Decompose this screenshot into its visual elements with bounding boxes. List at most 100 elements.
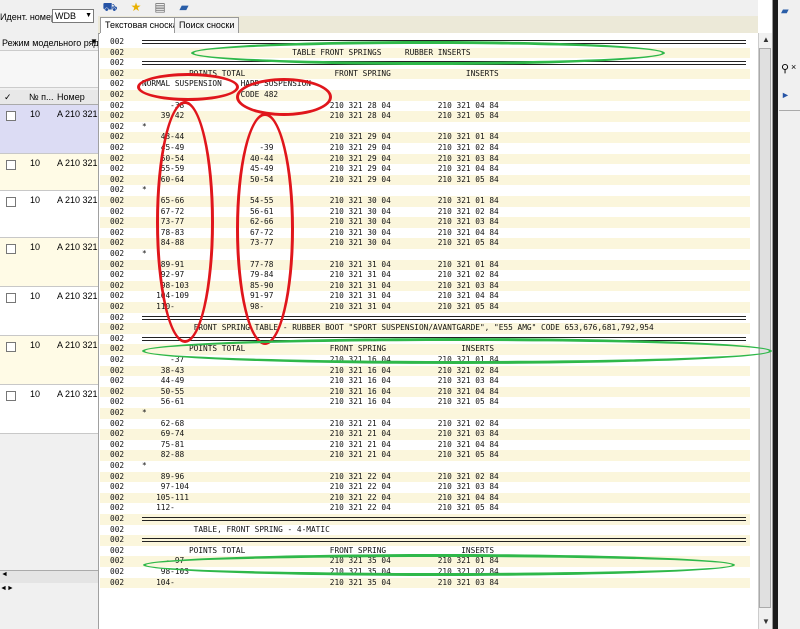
star-icon[interactable]: ★ bbox=[128, 0, 144, 14]
row-number: 10 bbox=[30, 109, 41, 119]
scroll-left-icon[interactable]: ◄ bbox=[1, 571, 8, 578]
line-text: * bbox=[142, 249, 147, 258]
line-code: 002 bbox=[110, 206, 125, 216]
splitter[interactable] bbox=[773, 0, 778, 629]
row-part: A 210 321 bbox=[57, 291, 98, 301]
row-checkbox[interactable] bbox=[6, 244, 16, 254]
notes-icon[interactable]: ▤ bbox=[152, 0, 168, 14]
document-line: 002 98-103 85-90 210 321 31 04 210 321 0… bbox=[100, 280, 750, 292]
document-line: 002 45-49 -39 210 321 29 04 210 321 02 8… bbox=[100, 143, 750, 154]
table-row[interactable]: 10 A 210 321 bbox=[0, 105, 98, 154]
row-checkbox[interactable] bbox=[6, 293, 16, 303]
row-checkbox[interactable] bbox=[6, 342, 16, 352]
table-row[interactable]: 10 A 210 321 bbox=[0, 238, 98, 287]
tab-search-footnote[interactable]: Поиск сноски bbox=[174, 17, 240, 33]
scroll-down-icon[interactable]: ▼ bbox=[759, 615, 773, 629]
right-panel: ▰ ⚲ × ► bbox=[772, 0, 800, 629]
toolbar: ⛟ ★ ▤ ▰ bbox=[98, 0, 758, 16]
document-line: 002 82-88 210 321 21 04 210 321 05 84 bbox=[100, 450, 750, 461]
table-row[interactable]: 10 A 210 321 bbox=[0, 336, 98, 385]
footnote-document: 002 002 TABLE FRONT SPRINGS RUBBER INSERT… bbox=[100, 33, 758, 629]
line-text: 104- 210 321 35 04 210 321 03 84 bbox=[142, 577, 499, 587]
play-icon[interactable]: ► bbox=[781, 90, 790, 100]
line-code: 002 bbox=[110, 577, 125, 587]
mode-label[interactable]: Режим модельного ряда bbox=[2, 38, 98, 48]
tab-bar: Текстовая сноска Поиск сноски bbox=[98, 16, 758, 34]
chevron-down-icon[interactable]: ▼ bbox=[90, 37, 98, 46]
col-check[interactable]: ✓ bbox=[4, 92, 12, 103]
line-code: 002 bbox=[110, 418, 125, 428]
book-icon[interactable]: ▰ bbox=[176, 0, 192, 14]
document-line: 002 89-91 77-78 210 321 31 04 210 321 01… bbox=[100, 259, 750, 271]
line-text: - 97 210 321 35 04 210 321 01 84 bbox=[142, 556, 499, 566]
document-line: 002 50-54 40-44 210 321 29 04 210 321 03… bbox=[100, 153, 750, 165]
double-rule bbox=[142, 61, 746, 66]
line-code: 002 bbox=[110, 238, 125, 248]
table-row[interactable]: 10 A 210 321 bbox=[0, 287, 98, 336]
line-code: 002 bbox=[110, 164, 125, 174]
line-code: 002 bbox=[110, 302, 125, 311]
line-text: * bbox=[142, 461, 147, 470]
search-icon[interactable]: ⚲ bbox=[781, 62, 789, 75]
line-code: 002 bbox=[110, 376, 125, 386]
line-text: 44-49 210 321 16 04 210 321 03 84 bbox=[142, 376, 499, 386]
document-line: 002 - 97 210 321 35 04 210 321 01 84 bbox=[100, 556, 750, 567]
line-text: 60-64 50-54 210 321 29 04 210 321 05 84 bbox=[142, 174, 499, 184]
row-part: A 210 321 bbox=[57, 389, 98, 399]
document-line: 002 POINTS TOTAL FRONT SPRING INSERTS bbox=[100, 344, 750, 355]
line-code: 002 bbox=[110, 323, 125, 333]
ident-label: Идент. номер bbox=[0, 12, 56, 22]
row-checkbox[interactable] bbox=[6, 391, 16, 401]
col-number[interactable]: № п... bbox=[29, 92, 54, 102]
line-text: 50-54 40-44 210 321 29 04 210 321 03 84 bbox=[142, 153, 499, 163]
scroll-up-icon[interactable]: ▲ bbox=[759, 33, 773, 47]
row-part: A 210 321 bbox=[57, 340, 98, 350]
table-row[interactable]: 10 A 210 321 bbox=[0, 191, 98, 238]
line-code: 002 bbox=[110, 408, 125, 417]
tab-text-footnote[interactable]: Текстовая сноска bbox=[100, 17, 183, 34]
scroll-thumb[interactable] bbox=[759, 48, 771, 608]
line-code: 002 bbox=[110, 196, 125, 205]
double-rule bbox=[142, 40, 746, 44]
document-line: 002 73-77 62-66 210 321 30 04 210 321 03… bbox=[100, 217, 750, 228]
chevron-down-icon[interactable]: ▼ bbox=[85, 10, 92, 22]
pager-arrows[interactable]: ◄ ► bbox=[0, 585, 98, 596]
row-checkbox[interactable] bbox=[6, 197, 16, 207]
line-code: 002 bbox=[110, 429, 125, 439]
row-part: A 210 321 bbox=[57, 242, 98, 252]
line-text: 62-68 210 321 21 04 210 321 02 84 bbox=[142, 418, 499, 428]
line-text: POINTS TOTAL FRONT SPRING INSERTS bbox=[142, 545, 495, 555]
line-text: CODE 482 bbox=[142, 90, 279, 99]
row-checkbox[interactable] bbox=[6, 160, 16, 170]
line-text: 89-96 210 321 22 04 210 321 02 84 bbox=[142, 471, 499, 481]
line-code: 002 bbox=[110, 482, 125, 492]
line-code: 002 bbox=[110, 37, 125, 46]
ident-input[interactable]: WDB ▼ bbox=[52, 9, 94, 23]
document-line: 002 89-96 210 321 22 04 210 321 02 84 bbox=[100, 471, 750, 483]
car-icon[interactable]: ⛟ bbox=[102, 0, 118, 14]
row-checkbox[interactable] bbox=[6, 111, 16, 121]
row-number: 10 bbox=[30, 158, 41, 168]
line-code: 002 bbox=[110, 174, 125, 184]
table-row[interactable]: 10 A 210 321 bbox=[0, 385, 98, 434]
line-code: 002 bbox=[110, 535, 125, 545]
line-code: 002 bbox=[110, 227, 125, 237]
row-number: 10 bbox=[30, 291, 41, 301]
divider bbox=[779, 110, 800, 111]
horizontal-scrollbar[interactable]: ◄ bbox=[0, 570, 98, 583]
document-line: 002 69-74 210 321 21 04 210 321 03 84 bbox=[100, 429, 750, 440]
line-code: 002 bbox=[110, 249, 125, 258]
row-part: A 210 321 bbox=[57, 109, 98, 119]
table-row[interactable]: 10 A 210 321 bbox=[0, 154, 98, 191]
line-code: 002 bbox=[110, 270, 125, 280]
scroll-left-icon[interactable]: ◄ bbox=[0, 585, 7, 592]
line-text: 98-103 85-90 210 321 31 04 210 321 03 84 bbox=[142, 280, 499, 290]
clear-icon[interactable]: × bbox=[791, 62, 796, 72]
scroll-right-icon[interactable]: ► bbox=[7, 585, 14, 592]
line-code: 002 bbox=[110, 58, 125, 68]
line-text: 39-42 210 321 28 04 210 321 05 84 bbox=[142, 111, 499, 121]
book-icon[interactable]: ▰ bbox=[781, 6, 789, 17]
row-number: 10 bbox=[30, 389, 41, 399]
line-code: 002 bbox=[110, 312, 125, 322]
document-line: 002 62-68 210 321 21 04 210 321 02 84 bbox=[100, 419, 750, 430]
